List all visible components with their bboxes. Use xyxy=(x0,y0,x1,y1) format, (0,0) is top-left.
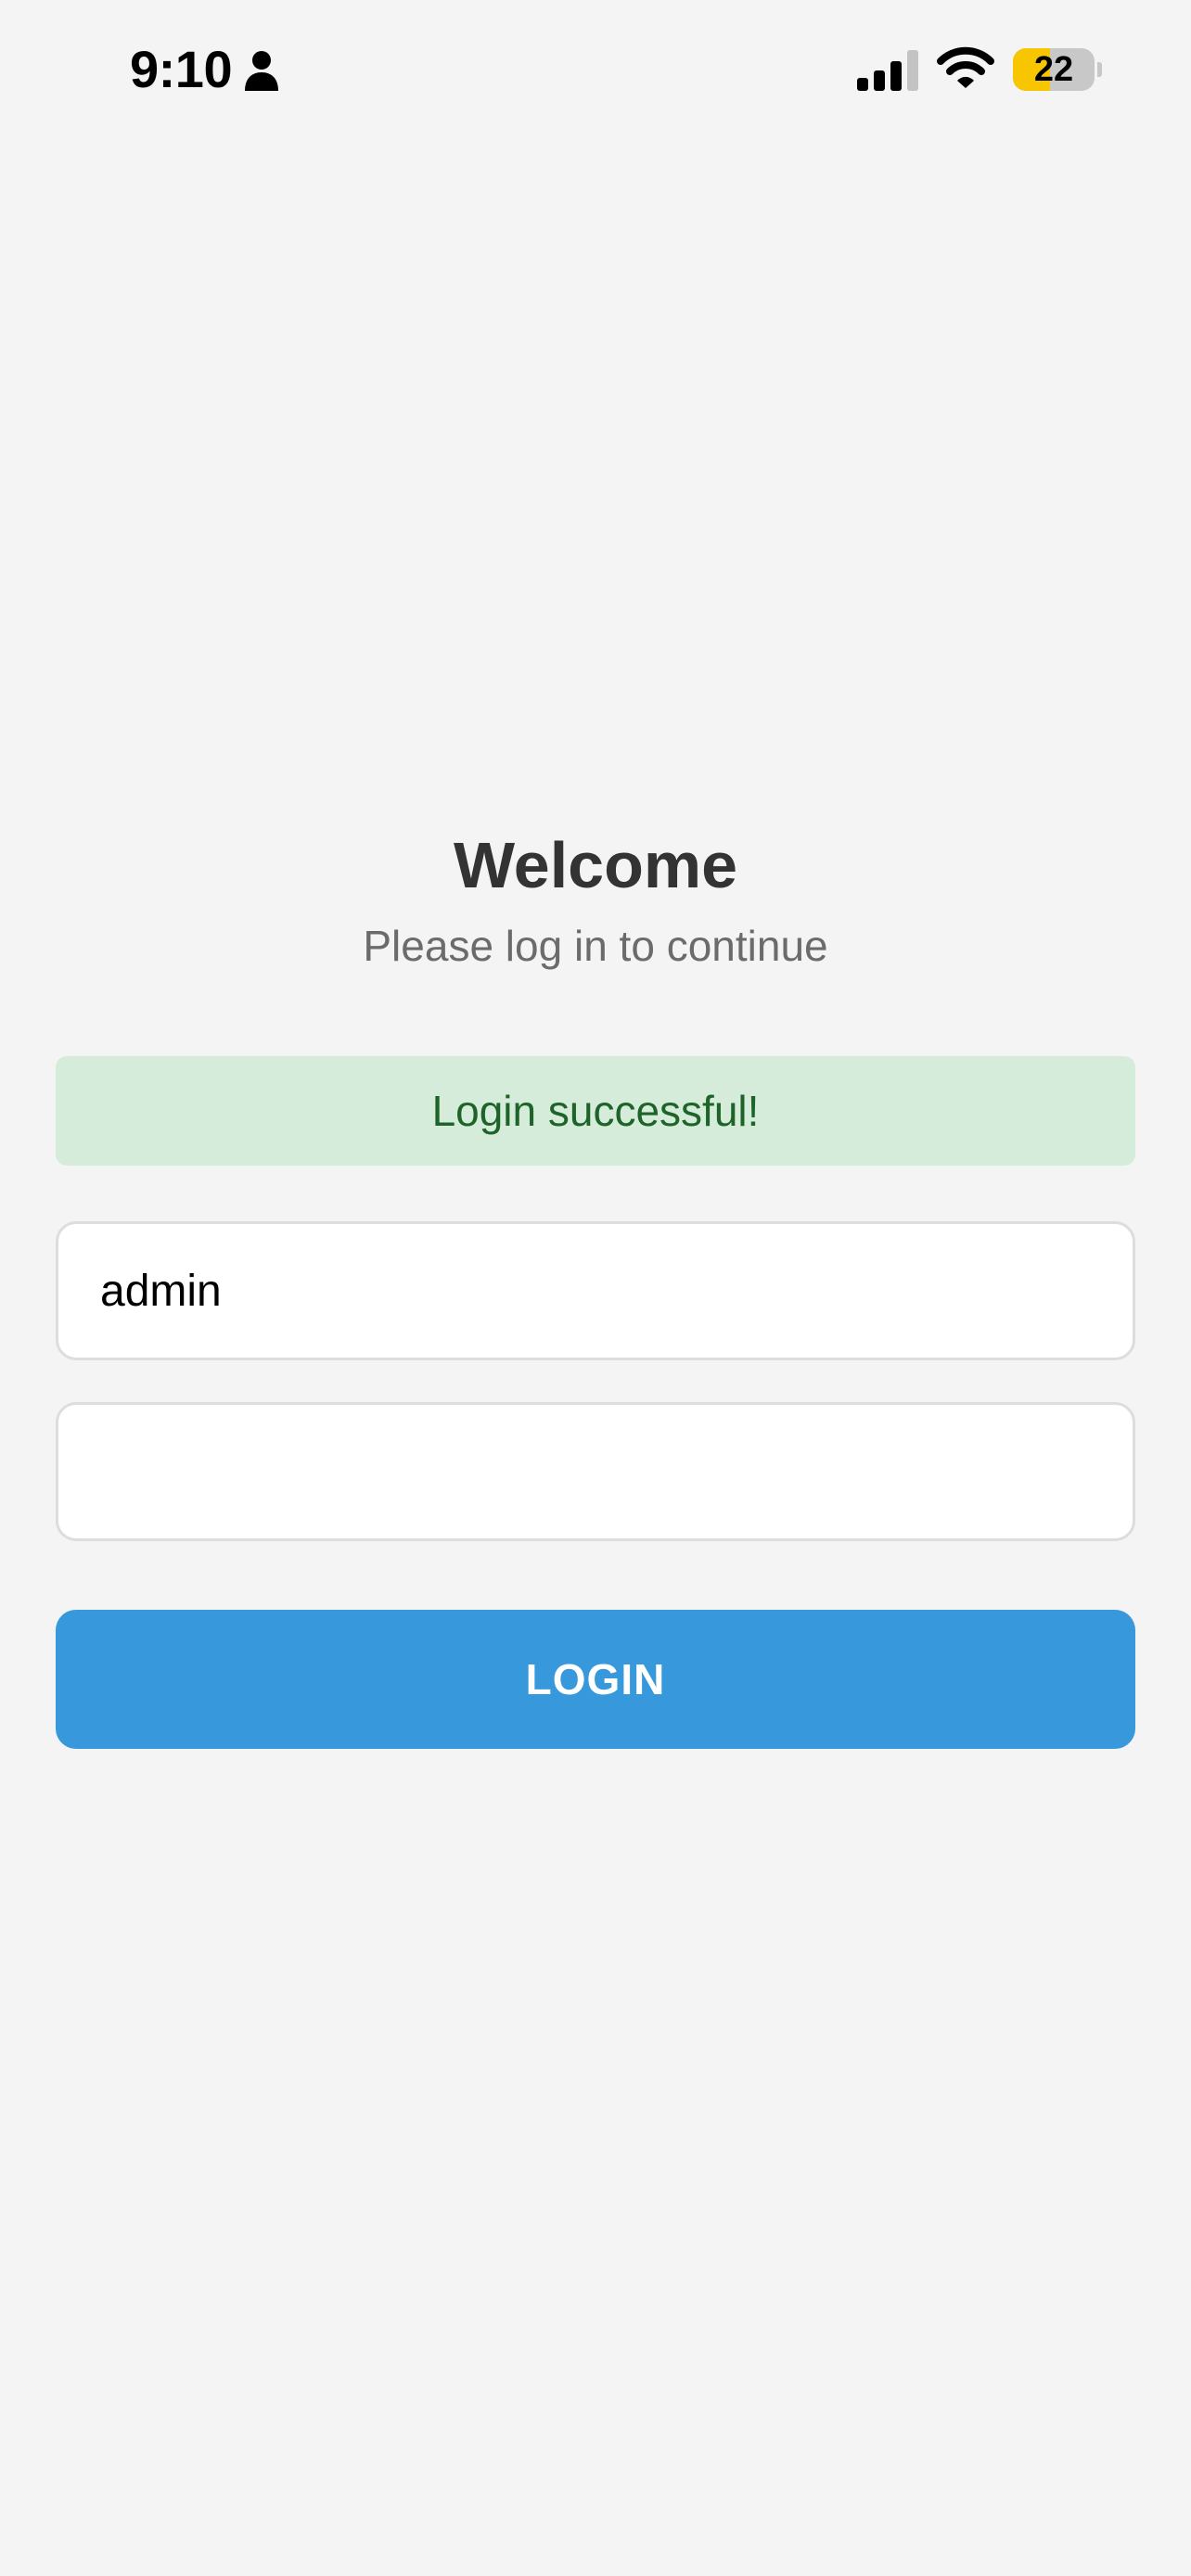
battery-body: 22 xyxy=(1013,48,1095,91)
battery-icon: 22 xyxy=(1013,48,1102,91)
login-success-message: Login successful! xyxy=(56,1056,1135,1166)
person-icon xyxy=(245,51,278,91)
wifi-icon xyxy=(937,46,994,88)
battery-percentage: 22 xyxy=(1033,50,1074,89)
welcome-title: Welcome xyxy=(453,829,738,901)
welcome-subtitle: Please log in to continue xyxy=(363,922,828,970)
password-input[interactable] xyxy=(56,1402,1135,1541)
status-bar: 9:10 22 xyxy=(0,0,1191,139)
username-input[interactable] xyxy=(56,1221,1135,1360)
status-time: 9:10 xyxy=(130,40,233,98)
login-button[interactable]: LOGIN xyxy=(56,1610,1135,1749)
battery-cap xyxy=(1097,62,1102,77)
cellular-signal-icon xyxy=(857,50,918,91)
